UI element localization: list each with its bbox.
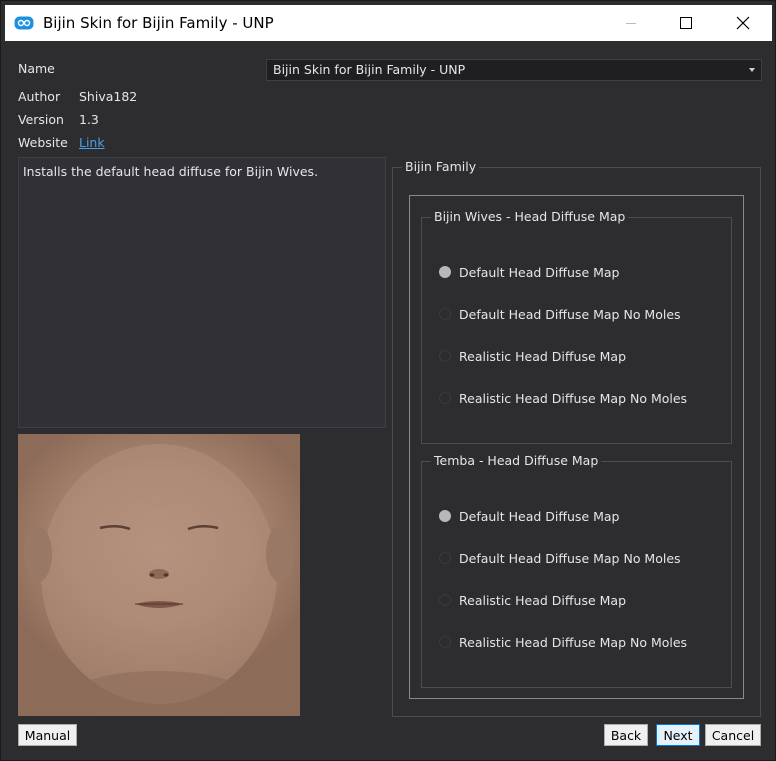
radio-label: Default Head Diffuse Map	[459, 508, 620, 524]
temba-legend: Temba - Head Diffuse Map	[431, 453, 602, 468]
plugin-name-value: Bijin Skin for Bijin Family - UNP	[273, 62, 466, 77]
website-link[interactable]: Link	[79, 135, 105, 150]
radio-empty-icon	[439, 636, 451, 648]
bijin-wives-group: Bijin Wives - Head Diffuse Map Default H…	[421, 209, 732, 444]
back-button[interactable]: Back	[604, 724, 648, 746]
radio-option[interactable]: Default Head Diffuse Map No Moles	[439, 304, 681, 324]
radio-label: Realistic Head Diffuse Map	[459, 348, 626, 364]
bijin-family-legend: Bijin Family	[402, 159, 480, 174]
description-text: Installs the default head diffuse for Bi…	[23, 164, 319, 179]
author-label: Author	[18, 89, 61, 104]
radio-label: Default Head Diffuse Map No Moles	[459, 306, 681, 322]
radio-empty-icon	[439, 350, 451, 362]
installer-window: Bijin Skin for Bijin Family - UNP Name B…	[0, 0, 776, 761]
minimize-icon	[626, 23, 636, 24]
radio-empty-icon	[439, 392, 451, 404]
bijin-family-group: Bijin Family Bijin Wives - Head Diffuse …	[392, 159, 761, 717]
face-texture-icon	[24, 444, 294, 716]
next-button[interactable]: Next	[656, 724, 700, 746]
plugin-name-dropdown[interactable]: Bijin Skin for Bijin Family - UNP	[266, 59, 762, 81]
minimize-button[interactable]	[602, 5, 660, 41]
preview-image	[18, 434, 300, 716]
radio-option[interactable]: Default Head Diffuse Map	[439, 506, 620, 526]
version-value: 1.3	[79, 112, 99, 127]
options-panel: Bijin Wives - Head Diffuse Map Default H…	[409, 195, 744, 699]
bijin-wives-legend: Bijin Wives - Head Diffuse Map	[431, 209, 629, 224]
name-label: Name	[18, 61, 55, 76]
temba-group: Temba - Head Diffuse Map Default Head Di…	[421, 453, 732, 688]
radio-option[interactable]: Realistic Head Diffuse Map No Moles	[439, 632, 687, 652]
radio-option[interactable]: Default Head Diffuse Map No Moles	[439, 548, 681, 568]
radio-empty-icon	[439, 594, 451, 606]
author-value: Shiva182	[79, 89, 138, 104]
radio-label: Default Head Diffuse Map No Moles	[459, 550, 681, 566]
cancel-button[interactable]: Cancel	[705, 724, 761, 746]
radio-empty-icon	[439, 552, 451, 564]
radio-empty-icon	[439, 308, 451, 320]
manual-button[interactable]: Manual	[18, 724, 77, 746]
description-box[interactable]: Installs the default head diffuse for Bi…	[18, 157, 386, 428]
radio-label: Realistic Head Diffuse Map	[459, 592, 626, 608]
radio-label: Realistic Head Diffuse Map No Moles	[459, 634, 688, 650]
title-bar[interactable]: Bijin Skin for Bijin Family - UNP	[5, 5, 772, 41]
close-button[interactable]	[714, 5, 772, 41]
radio-option[interactable]: Realistic Head Diffuse Map	[439, 346, 626, 366]
maximize-button[interactable]	[657, 5, 715, 41]
radio-option[interactable]: Realistic Head Diffuse Map	[439, 590, 626, 610]
window-title: Bijin Skin for Bijin Family - UNP	[43, 14, 274, 32]
radio-label: Default Head Diffuse Map	[459, 264, 620, 280]
radio-option[interactable]: Realistic Head Diffuse Map No Moles	[439, 388, 687, 408]
website-label: Website	[18, 135, 68, 150]
close-icon	[736, 16, 750, 30]
radio-option[interactable]: Default Head Diffuse Map	[439, 262, 620, 282]
version-label: Version	[18, 112, 64, 127]
app-icon	[14, 16, 34, 30]
maximize-icon	[680, 17, 692, 29]
radio-selected-icon	[439, 266, 451, 278]
installer-content: Name Bijin Skin for Bijin Family - UNP A…	[5, 41, 772, 757]
radio-label: Realistic Head Diffuse Map No Moles	[459, 390, 688, 406]
radio-selected-icon	[439, 510, 451, 522]
chevron-down-icon	[749, 68, 755, 72]
